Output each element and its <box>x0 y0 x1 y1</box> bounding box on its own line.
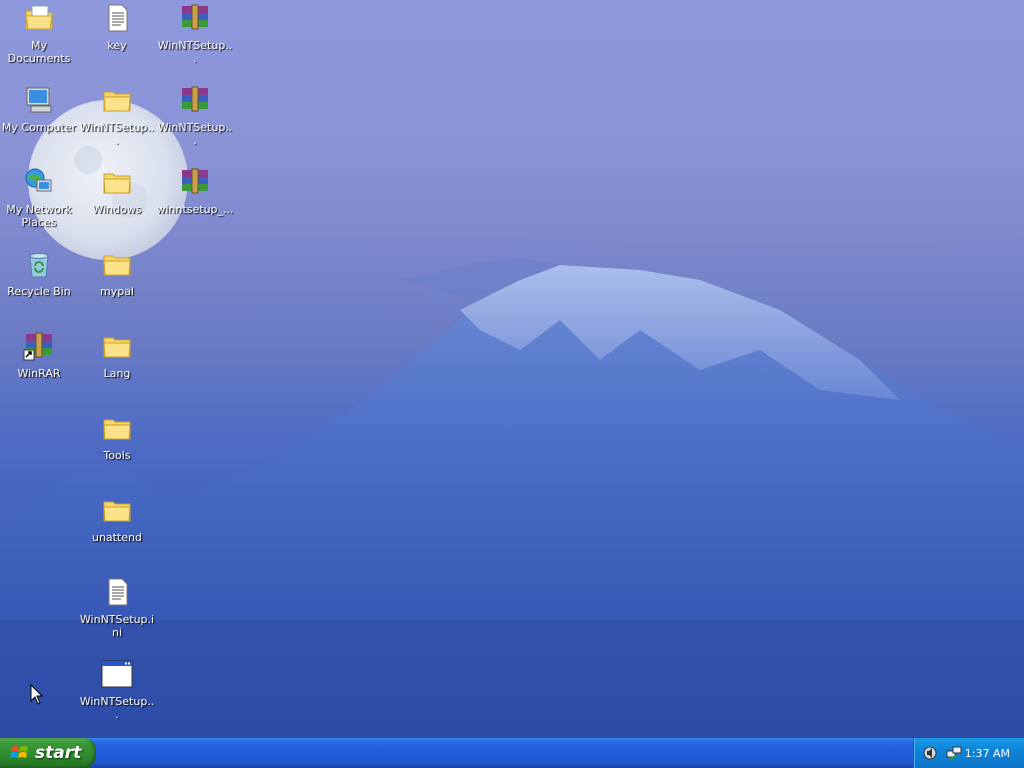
application-window-icon <box>101 658 133 690</box>
desktop-icon-winntsetup-exe[interactable]: WinNTSetup... <box>78 658 156 721</box>
mouse-cursor-icon <box>30 683 44 710</box>
start-label: start <box>35 743 82 763</box>
taskbar[interactable]: start 1:37 AM <box>0 738 1024 768</box>
system-tray: 1:37 AM <box>913 738 1024 768</box>
desktop-icon-winntsetup-archive-1[interactable]: WinNTSetup... <box>156 2 234 65</box>
desktop-icon-unattend[interactable]: unattend <box>78 494 156 544</box>
folder-icon <box>101 84 133 116</box>
network-icon[interactable] <box>946 745 962 761</box>
icon-label: My Network Places <box>6 203 72 229</box>
icon-label: Recycle Bin <box>7 285 71 298</box>
desktop-icon-windows[interactable]: Windows <box>78 166 156 216</box>
folder-icon <box>101 494 133 526</box>
winrar-archive-icon <box>179 84 211 116</box>
desktop-icon-my-computer[interactable]: My Computer <box>0 84 78 134</box>
desktop-icon-winntsetup-folder[interactable]: WinNTSetup... <box>78 84 156 147</box>
icon-label: Tools <box>103 449 131 462</box>
icon-label: Windows <box>92 203 142 216</box>
icon-label: WinRAR <box>17 367 61 380</box>
desktop[interactable]: My Documents My Computer My Network Plac… <box>0 0 1024 738</box>
folder-icon <box>101 412 133 444</box>
winrar-shortcut-icon <box>23 330 55 362</box>
icon-label: mypal <box>99 285 134 298</box>
start-button[interactable]: start <box>0 738 96 768</box>
recycle-bin-icon <box>23 248 55 280</box>
folder-icon <box>101 166 133 198</box>
desktop-icon-lang[interactable]: Lang <box>78 330 156 380</box>
icon-label: WinNTSetup.ini <box>79 613 155 639</box>
icon-label: WinNTSetup... <box>157 121 233 147</box>
desktop-icon-winntsetup-archive-3[interactable]: winntsetup_... <box>156 166 234 216</box>
windows-logo-icon <box>10 743 30 763</box>
desktop-icon-my-documents[interactable]: My Documents <box>0 2 78 65</box>
desktop-icon-winntsetup-archive-2[interactable]: WinNTSetup... <box>156 84 234 147</box>
folder-icon <box>101 330 133 362</box>
winrar-archive-icon <box>179 2 211 34</box>
desktop-icon-winrar[interactable]: WinRAR <box>0 330 78 380</box>
icon-label: key <box>107 39 127 52</box>
desktop-icon-tools[interactable]: Tools <box>78 412 156 462</box>
desktop-icon-recycle-bin[interactable]: Recycle Bin <box>0 248 78 298</box>
desktop-icon-key[interactable]: key <box>78 2 156 52</box>
text-file-icon <box>101 2 133 34</box>
clock[interactable]: 1:37 AM <box>965 747 1010 760</box>
speaker-icon[interactable] <box>922 745 938 761</box>
my-documents-icon <box>23 2 55 34</box>
icon-label: Lang <box>103 367 131 380</box>
desktop-icon-my-network-places[interactable]: My Network Places <box>0 166 78 229</box>
folder-icon <box>101 248 133 280</box>
icon-label: unattend <box>91 531 143 544</box>
network-places-icon <box>23 166 55 198</box>
my-computer-icon <box>23 84 55 116</box>
icon-label: winntsetup_... <box>156 203 234 216</box>
icon-label: WinNTSetup... <box>79 695 155 721</box>
desktop-icon-winntsetup-ini[interactable]: WinNTSetup.ini <box>78 576 156 639</box>
icon-label: WinNTSetup... <box>157 39 233 65</box>
icon-label: My Documents <box>7 39 71 65</box>
icon-label: My Computer <box>1 121 77 134</box>
icon-label: WinNTSetup... <box>79 121 155 147</box>
text-file-icon <box>101 576 133 608</box>
winrar-archive-icon <box>179 166 211 198</box>
desktop-icon-mypal[interactable]: mypal <box>78 248 156 298</box>
